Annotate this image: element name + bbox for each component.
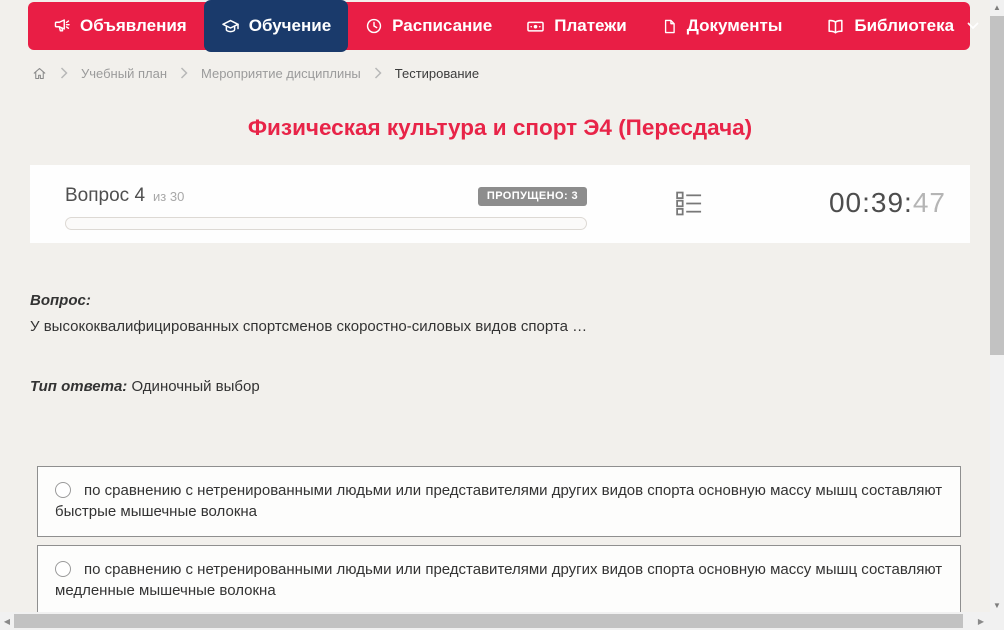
nav-item-schedule[interactable]: Расписание	[348, 2, 509, 50]
nav-item-label: Расписание	[392, 16, 493, 35]
graduation-cap-icon	[221, 17, 240, 36]
answer-option-1-label[interactable]: по сравнению с нетренированными людьми и…	[38, 467, 960, 522]
nav-item-documents[interactable]: Документы	[644, 2, 800, 50]
scrollbar-corner	[990, 612, 1004, 630]
timer-seconds: 47	[912, 187, 946, 218]
scroll-up-arrow-icon[interactable]: ▲	[990, 0, 1004, 14]
breadcrumb-separator-icon	[374, 67, 382, 79]
book-icon	[826, 17, 845, 36]
breadcrumb: Учебный план Мероприятие дисциплины Тест…	[32, 63, 479, 83]
clock-icon	[365, 17, 383, 35]
answer-option-1-text: по сравнению с нетренированными людьми и…	[55, 482, 943, 520]
nav-item-label: Объявления	[80, 16, 187, 35]
answer-type-row: Тип ответа: Одиночный выбор	[30, 378, 260, 395]
answer-option-2-text: по сравнению с нетренированными людьми и…	[55, 561, 943, 599]
nav-item-announcements[interactable]: Объявления	[36, 2, 204, 50]
breadcrumb-discipline-event[interactable]: Мероприятие дисциплины	[201, 66, 361, 81]
timer-main: 00:39:	[828, 187, 913, 218]
skipped-badge: ПРОПУЩЕНО: 3	[477, 186, 587, 206]
nav-item-payments[interactable]: Платежи	[509, 2, 644, 50]
vertical-scrollbar-thumb[interactable]	[990, 16, 1004, 355]
answer-option-2-label[interactable]: по сравнению с нетренированными людьми и…	[38, 546, 960, 601]
question-text: У высококвалифицированных спортсменов ск…	[30, 318, 588, 335]
answer-type-value: Одиночный выбор	[131, 378, 260, 395]
horizontal-scrollbar-thumb[interactable]	[14, 614, 963, 628]
scroll-left-arrow-icon[interactable]: ◀	[0, 612, 14, 630]
test-page: Объявления Обучение Расписание Платежи Д…	[0, 0, 1004, 630]
question-number: Вопрос 4	[65, 185, 146, 206]
answer-option-2-radio[interactable]	[55, 561, 71, 577]
answer-option-1-radio[interactable]	[55, 482, 71, 498]
nav-item-label: Документы	[686, 16, 783, 35]
breadcrumb-testing: Тестирование	[394, 65, 480, 81]
document-icon	[661, 18, 678, 35]
question-total: из 30	[153, 189, 185, 204]
breadcrumb-separator-icon	[60, 67, 68, 79]
answer-type-label: Тип ответа:	[30, 378, 128, 395]
answer-option-1[interactable]: по сравнению с нетренированными людьми и…	[37, 466, 961, 537]
nav-item-label: Обучение	[248, 16, 332, 35]
scroll-down-arrow-icon[interactable]: ▼	[990, 598, 1004, 612]
nav-item-learning[interactable]: Обучение	[203, 0, 349, 52]
page-title: Физическая культура и спорт Э4 (Пересдач…	[247, 115, 753, 140]
nav-item-library[interactable]: Библиотека	[809, 2, 996, 50]
horizontal-scrollbar[interactable]: ◀ ▶	[0, 612, 990, 630]
timer: 00:39:47	[829, 187, 946, 219]
megaphone-icon	[53, 17, 71, 35]
scroll-right-arrow-icon[interactable]: ▶	[974, 612, 988, 630]
nav-item-label: Библиотека	[854, 16, 955, 35]
question-progress-block: Вопрос 4 из 30 ПРОПУЩЕНО: 3	[65, 185, 587, 230]
home-icon[interactable]	[32, 66, 47, 81]
question-label: Вопрос:	[30, 292, 91, 309]
banknote-icon	[526, 17, 545, 36]
progress-bar	[65, 217, 587, 230]
question-list-icon[interactable]	[676, 191, 702, 216]
vertical-scrollbar[interactable]: ▲ ▼	[990, 0, 1004, 612]
breadcrumb-separator-icon	[180, 67, 188, 79]
chevron-down-icon	[967, 22, 979, 30]
nav-item-label: Платежи	[554, 16, 627, 35]
breadcrumb-curriculum[interactable]: Учебный план	[81, 66, 167, 81]
question-header-card: Вопрос 4 из 30 ПРОПУЩЕНО: 3 00:39:47	[30, 165, 970, 243]
main-nav: Объявления Обучение Расписание Платежи Д…	[28, 0, 979, 52]
